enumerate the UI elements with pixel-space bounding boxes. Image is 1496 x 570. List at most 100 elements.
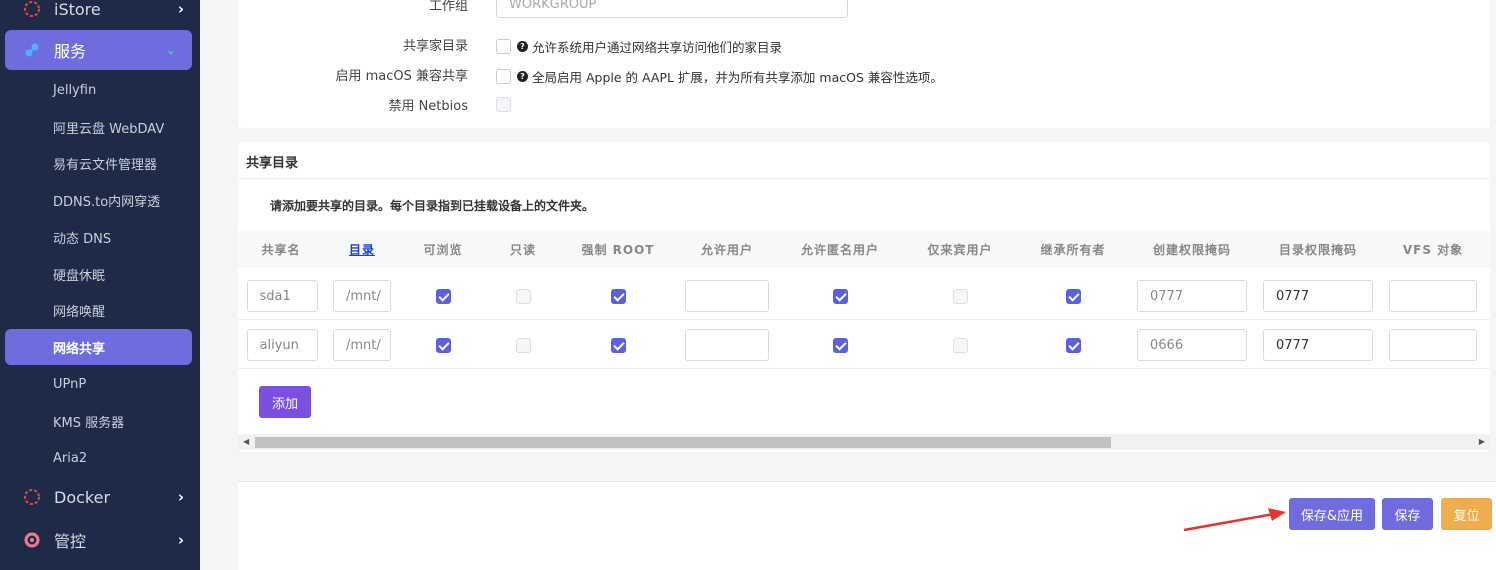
share-path-input[interactable]: /mnt/ <box>333 280 391 312</box>
sidebar-subitem-label: UPnP <box>53 376 87 392</box>
homes-checkbox[interactable] <box>496 39 511 54</box>
browseable-checkbox[interactable] <box>435 288 451 304</box>
col-header-force-root: 强制 ROOT <box>581 242 655 257</box>
sidebar-subitem-hd-idle[interactable]: 硬盘休眠 <box>0 256 200 292</box>
help-icon: ? <box>517 41 528 52</box>
inherit-owner-checkbox[interactable] <box>1065 337 1081 353</box>
netbios-row: 禁用 Netbios <box>238 90 1490 118</box>
dir-mask-input[interactable]: 0777 <box>1263 280 1373 312</box>
guest-only-checkbox[interactable] <box>952 288 968 304</box>
save-apply-button[interactable]: 保存&应用 <box>1289 498 1375 530</box>
allowed-users-input[interactable] <box>685 329 769 361</box>
create-mask-input[interactable]: 0777 <box>1137 280 1247 312</box>
vfs-input[interactable] <box>1389 280 1477 312</box>
chevron-down-icon: ⌄ <box>165 43 176 57</box>
istore-icon <box>22 0 42 19</box>
workgroup-label: 工作组 <box>428 0 468 14</box>
create-mask-input[interactable]: 0666 <box>1137 329 1247 361</box>
docker-icon <box>22 487 42 507</box>
sidebar-subitem-label: KMS 服务器 <box>53 415 125 431</box>
help-icon: ? <box>517 71 528 82</box>
sidebar-subitem-label: 易有云文件管理器 <box>53 157 158 173</box>
sidebar-subitem-upnp[interactable]: UPnP <box>0 366 200 402</box>
horizontal-scrollbar[interactable]: ◀ ▶ <box>238 434 1490 450</box>
col-header-dir-mask: 目录权限掩码 <box>1278 242 1357 257</box>
scroll-right-icon[interactable]: ▶ <box>1479 437 1485 446</box>
table-header: 共享名 目录 可浏览 只读 强制 ROOT 允许用户 允许匿名用户 仅来宾用户 … <box>238 230 1490 268</box>
sidebar-item-label: 管控 <box>54 532 87 551</box>
readonly-checkbox[interactable] <box>515 337 531 353</box>
sidebar-subitem-kms[interactable]: KMS 服务器 <box>0 403 200 439</box>
guest-ok-checkbox[interactable] <box>832 288 848 304</box>
sidebar-subitem-label: 阿里云盘 WebDAV <box>53 121 165 137</box>
guest-ok-checkbox[interactable] <box>832 337 848 353</box>
reset-button[interactable]: 复位 <box>1441 498 1492 530</box>
share-path-input[interactable]: /mnt/ <box>333 329 391 361</box>
force-root-checkbox[interactable] <box>610 337 626 353</box>
netbios-label: 禁用 Netbios <box>388 98 468 114</box>
col-header-browseable: 可浏览 <box>423 242 463 257</box>
annotation-arrow-icon <box>1183 508 1286 532</box>
sidebar-item-services[interactable]: 服务 ⌄ <box>5 30 192 70</box>
general-settings-card: 工作组 WORKGROUP 共享家目录 ? 允许系统用户通过网络共享访问他们的家… <box>238 0 1490 128</box>
macos-checkbox[interactable] <box>496 69 511 84</box>
control-icon <box>22 530 42 550</box>
workgroup-row: 工作组 WORKGROUP <box>238 0 1490 18</box>
sidebar-item-label: 服务 <box>54 42 87 61</box>
chevron-right-icon: › <box>177 488 184 506</box>
browseable-checkbox[interactable] <box>435 337 451 353</box>
sidebar-item-label: iStore <box>54 0 101 19</box>
scroll-thumb[interactable] <box>255 437 1111 448</box>
share-name-input[interactable]: sda1 <box>246 280 318 312</box>
sidebar-subitem-network-share[interactable]: 网络共享 <box>5 329 192 365</box>
sidebar-item-control[interactable]: 管控 › <box>0 520 200 560</box>
sidebar-item-label: Docker <box>54 487 111 507</box>
chevron-right-icon: › <box>177 531 184 549</box>
dir-mask-input[interactable]: 0777 <box>1263 329 1373 361</box>
force-root-checkbox[interactable] <box>610 288 626 304</box>
sidebar-item-istore[interactable]: iStore › <box>0 0 200 29</box>
col-header-vfs: VFS 对象 <box>1402 242 1464 257</box>
netbios-checkbox[interactable] <box>496 97 511 112</box>
sidebar-subitem-ddnsto[interactable]: DDNS.to内网穿透 <box>0 182 200 218</box>
chevron-right-icon: › <box>177 0 184 18</box>
add-share-button[interactable]: 添加 <box>259 386 311 418</box>
macos-label: 启用 macOS 兼容共享 <box>335 68 468 84</box>
col-header-path[interactable]: 目录 <box>333 230 391 268</box>
readonly-checkbox[interactable] <box>515 288 531 304</box>
col-header-readonly: 只读 <box>509 242 536 257</box>
table-row: aliyun /mnt/ 0666 0777 <box>238 321 1490 369</box>
sidebar-subitem-ddns[interactable]: 动态 DNS <box>0 219 200 255</box>
homes-label: 共享家目录 <box>402 38 468 54</box>
sidebar-subitem-aria2[interactable]: Aria2 <box>0 440 200 476</box>
sidebar-subitem-jellyfin[interactable]: Jellyfin <box>0 72 200 108</box>
main-content: 工作组 WORKGROUP 共享家目录 ? 允许系统用户通过网络共享访问他们的家… <box>200 0 1496 570</box>
sidebar-subitem-label: Aria2 <box>53 450 88 466</box>
col-header-guest-ok: 允许匿名用户 <box>800 242 879 257</box>
sidebar: iStore › 服务 ⌄ Jellyfin 阿里云盘 WebDAV 易有云文件… <box>0 0 200 570</box>
vfs-input[interactable] <box>1389 329 1477 361</box>
macos-row: 启用 macOS 兼容共享 ? 全局启用 Apple 的 AAPL 扩展，并为所… <box>238 60 1490 88</box>
inherit-owner-checkbox[interactable] <box>1065 288 1081 304</box>
share-name-input[interactable]: aliyun <box>246 329 318 361</box>
section-description: 请添加要共享的目录。每个目录指到已挂载设备上的文件夹。 <box>270 199 595 213</box>
table-row: sda1 /mnt/ 0777 0777 <box>238 272 1490 320</box>
homes-row: 共享家目录 ? 允许系统用户通过网络共享访问他们的家目录 <box>238 30 1490 58</box>
save-button[interactable]: 保存 <box>1382 498 1433 530</box>
col-header-users: 允许用户 <box>700 242 753 257</box>
allowed-users-input[interactable] <box>685 280 769 312</box>
scroll-left-icon[interactable]: ◀ <box>243 437 249 446</box>
sidebar-subitem-label: DDNS.to内网穿透 <box>53 194 161 210</box>
section-title: 共享目录 <box>246 156 299 171</box>
sidebar-subitem-linkease[interactable]: 易有云文件管理器 <box>0 145 200 181</box>
sidebar-item-docker[interactable]: Docker › <box>0 477 200 517</box>
homes-help-text: 允许系统用户通过网络共享访问他们的家目录 <box>532 40 783 55</box>
sidebar-subitem-label: 网络共享 <box>53 341 106 357</box>
sidebar-subitem-aliyun-webdav[interactable]: 阿里云盘 WebDAV <box>0 109 200 145</box>
macos-help-text: 全局启用 Apple 的 AAPL 扩展，并为所有共享添加 macOS 兼容性选… <box>532 70 943 85</box>
sidebar-subitem-label: Jellyfin <box>53 82 97 98</box>
workgroup-input[interactable]: WORKGROUP <box>496 0 848 18</box>
guest-only-checkbox[interactable] <box>952 337 968 353</box>
col-header-inherit-owner: 继承所有者 <box>1040 242 1106 257</box>
sidebar-subitem-wol[interactable]: 网络唤醒 <box>0 292 200 328</box>
